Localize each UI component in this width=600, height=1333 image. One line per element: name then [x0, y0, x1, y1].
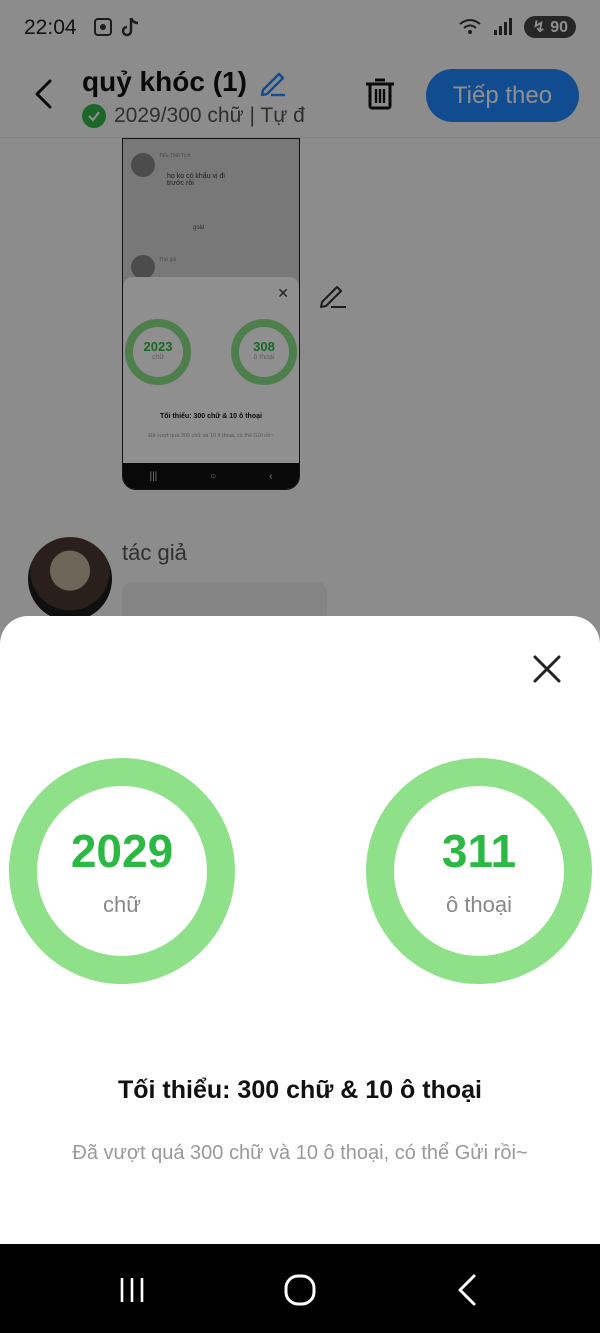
dialogs-label: ô thoại [445, 892, 513, 917]
close-icon [533, 655, 561, 683]
home-button[interactable] [276, 1266, 324, 1314]
recents-icon [120, 1278, 144, 1302]
words-label: chữ [103, 892, 141, 917]
home-icon [284, 1274, 316, 1306]
system-nav-bar [0, 1244, 600, 1333]
dialogs-ring: 311 ô thoại [366, 758, 592, 984]
recents-button[interactable] [108, 1266, 156, 1314]
close-button[interactable] [527, 649, 567, 689]
back-nav-button[interactable] [444, 1266, 492, 1314]
words-ring: 2029 chữ [9, 758, 235, 984]
requirement-note: Đã vượt quá 300 chữ và 10 ô thoại, có th… [72, 1142, 528, 1164]
back-icon [458, 1274, 476, 1306]
dialogs-count: 311 [441, 825, 517, 877]
minimum-requirement: Tối thiểu: 300 chữ & 10 ô thoại [118, 1076, 482, 1104]
words-count: 2029 [70, 825, 174, 877]
word-count-sheet: 2029 chữ 311 ô thoại Tối thiểu: 300 chữ … [0, 616, 600, 1244]
